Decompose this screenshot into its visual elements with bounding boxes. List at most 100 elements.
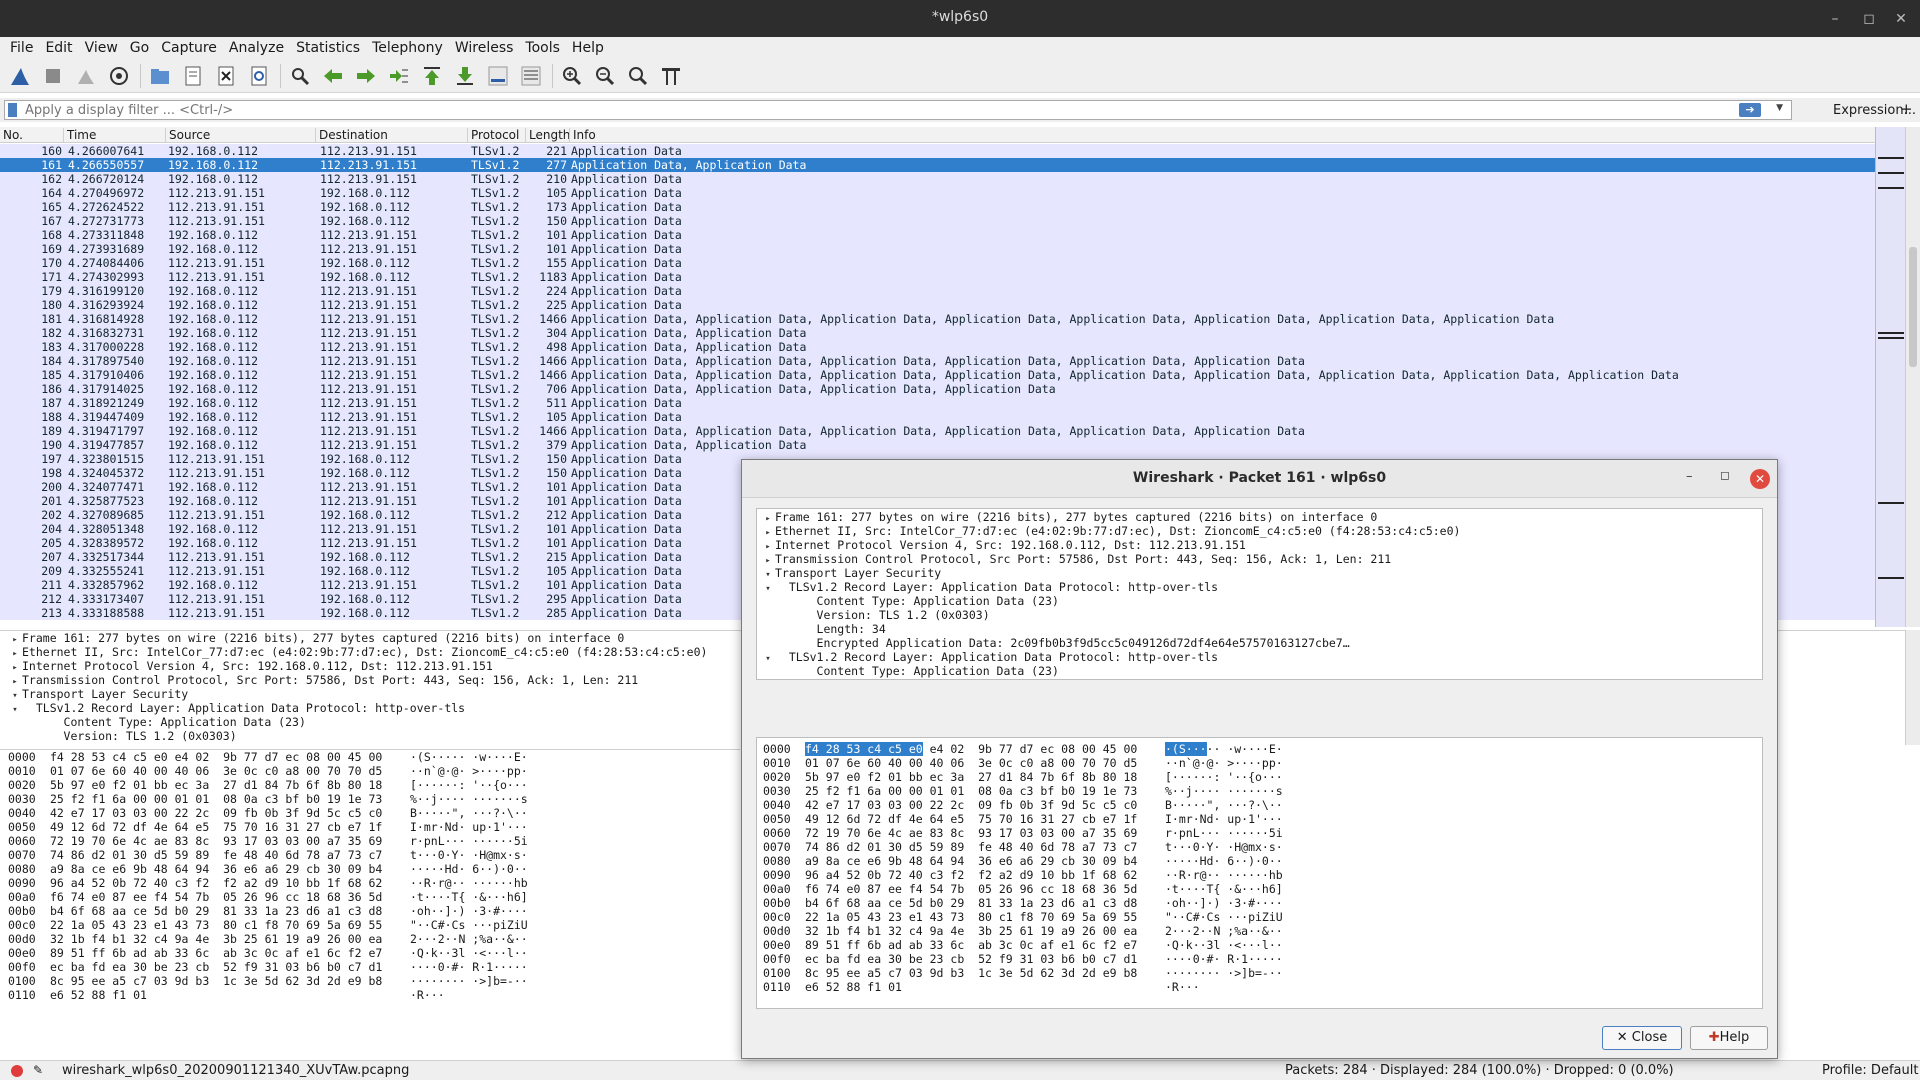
byte-ascii[interactable]: ·Q·k··3l ·<···l·· bbox=[410, 946, 528, 960]
byte-hex[interactable]: 89 51 ff 6b ad ab 33 6c ab 3c 0c af e1 6… bbox=[805, 938, 1137, 952]
byte-hex[interactable]: 72 19 70 6e 4c ae 83 8c 93 17 03 03 00 a… bbox=[50, 834, 382, 848]
tree-item[interactable]: Content Type: Application Data (23) bbox=[757, 594, 1762, 608]
table-row[interactable]: 187 4.318921249 192.168.0.112 112.213.91.15… bbox=[0, 396, 1875, 410]
table-row[interactable]: 188 4.319447409 192.168.0.112 112.213.91.15… bbox=[0, 410, 1875, 424]
table-row[interactable]: 182 4.316832731 192.168.0.112 112.213.91.15… bbox=[0, 326, 1875, 340]
byte-ascii[interactable]: ·oh··]·) ·3·#···· bbox=[1165, 896, 1283, 910]
back-icon[interactable] bbox=[321, 64, 345, 88]
byte-ascii[interactable]: r·pnL··· ······5i bbox=[410, 834, 528, 848]
byte-ascii[interactable]: [······: '··{o··· bbox=[1165, 770, 1283, 784]
tree-item[interactable]: Encrypted Application Data: 2c09fb0b3f9d… bbox=[757, 636, 1762, 650]
byte-ascii[interactable]: "··C#·Cs ···piZiU bbox=[1165, 910, 1283, 924]
table-row[interactable]: 167 4.272731773 112.213.91.151 192.168.0.11… bbox=[0, 214, 1875, 228]
col-protocol[interactable]: Protocol bbox=[468, 128, 526, 142]
col-time[interactable]: Time bbox=[64, 128, 166, 142]
menu-tools[interactable]: Tools bbox=[525, 40, 560, 56]
chevron-down-icon[interactable]: ▼ bbox=[1776, 103, 1783, 113]
tree-item[interactable]: Length: 34 bbox=[757, 622, 1762, 636]
byte-ascii[interactable]: [······: '··{o··· bbox=[410, 778, 528, 792]
byte-hex[interactable]: 22 1a 05 43 23 e1 43 73 80 c1 f8 70 69 5… bbox=[50, 918, 382, 932]
help-button[interactable]: ✚Help bbox=[1690, 1026, 1768, 1050]
zoom-out-icon[interactable] bbox=[593, 64, 617, 88]
tree-item[interactable]: Version: TLS 1.2 (0x0303) bbox=[757, 608, 1762, 622]
byte-ascii[interactable]: ··n`@·@· >····pp· bbox=[1165, 756, 1283, 770]
menu-capture[interactable]: Capture bbox=[161, 40, 217, 56]
byte-ascii[interactable]: 2···2··N ;%a··&·· bbox=[1165, 924, 1283, 938]
search-icon[interactable] bbox=[288, 64, 312, 88]
tree-item[interactable]: ▾ Transport Layer Security bbox=[757, 566, 1762, 580]
menu-edit[interactable]: Edit bbox=[45, 40, 72, 56]
close-button[interactable]: ✕ Close bbox=[1602, 1026, 1682, 1050]
menu-view[interactable]: View bbox=[85, 40, 118, 56]
byte-ascii[interactable]: t···0·Y· ·H@mx·s· bbox=[410, 848, 528, 862]
save-icon[interactable] bbox=[181, 64, 205, 88]
apply-filter-icon[interactable]: ➔ bbox=[1739, 103, 1761, 117]
byte-hex[interactable]: ec ba fd ea 30 be 23 cb 52 f9 31 03 b6 b… bbox=[50, 960, 382, 974]
byte-hex[interactable]: 5b 97 e0 f2 01 bb ec 3a 27 d1 84 7b 6f 8… bbox=[805, 770, 1137, 784]
byte-hex[interactable]: 74 86 d2 01 30 d5 59 89 fe 48 40 6d 78 a… bbox=[50, 848, 382, 862]
dialog-minimize-icon[interactable]: – bbox=[1686, 469, 1693, 484]
close-icon[interactable]: ✕ bbox=[1890, 8, 1912, 30]
byte-ascii[interactable]: ·t····T{ ·&···h6] bbox=[410, 890, 528, 904]
tree-item[interactable]: ▸ Internet Protocol Version 4, Src: 192.1… bbox=[757, 538, 1762, 552]
table-row[interactable]: 169 4.273931689 192.168.0.112 112.213.91.15… bbox=[0, 242, 1875, 256]
byte-ascii[interactable]: t···0·Y· ·H@mx·s· bbox=[1165, 840, 1283, 854]
byte-hex[interactable]: e6 52 88 f1 01 bbox=[805, 980, 902, 994]
col-length[interactable]: Length bbox=[526, 128, 570, 142]
add-filter-button[interactable]: + bbox=[1900, 100, 1913, 118]
tree-item[interactable]: ▸ Transmission Control Protocol, Src Port… bbox=[757, 552, 1762, 566]
byte-ascii[interactable]: ·oh··]·) ·3·#···· bbox=[410, 904, 528, 918]
byte-ascii[interactable]: ·Q·k··3l ·<···l·· bbox=[1165, 938, 1283, 952]
byte-ascii[interactable]: ·····Hd· 6··)·0·· bbox=[410, 862, 528, 876]
byte-hex[interactable]: e6 52 88 f1 01 bbox=[50, 988, 147, 1002]
byte-hex[interactable]: 01 07 6e 60 40 00 40 06 3e 0c c0 a8 00 7… bbox=[50, 764, 382, 778]
col-source[interactable]: Source bbox=[166, 128, 316, 142]
table-row[interactable]: 189 4.319471797 192.168.0.112 112.213.91.15… bbox=[0, 424, 1875, 438]
table-row[interactable]: 183 4.317000228 192.168.0.112 112.213.91.15… bbox=[0, 340, 1875, 354]
options-icon[interactable] bbox=[107, 64, 131, 88]
byte-hex[interactable]: a9 8a ce e6 9b 48 64 94 36 e6 a6 29 cb 3… bbox=[50, 862, 382, 876]
byte-hex[interactable]: 72 19 70 6e 4c ae 83 8c 93 17 03 03 00 a… bbox=[805, 826, 1137, 840]
byte-ascii[interactable]: ··n`@·@· >····pp· bbox=[410, 764, 528, 778]
col-no[interactable]: No. bbox=[0, 128, 64, 142]
menu-help[interactable]: Help bbox=[572, 40, 604, 56]
table-row[interactable]: 168 4.273311848 192.168.0.112 112.213.91.15… bbox=[0, 228, 1875, 242]
forward-icon[interactable] bbox=[354, 64, 378, 88]
reload-icon[interactable] bbox=[247, 64, 271, 88]
byte-hex[interactable]: b4 6f 68 aa ce 5d b0 29 81 33 1a 23 d6 a… bbox=[50, 904, 382, 918]
status-profile[interactable]: Profile: Default bbox=[1822, 1063, 1918, 1078]
table-row[interactable]: 184 4.317897540 192.168.0.112 112.213.91.15… bbox=[0, 354, 1875, 368]
byte-hex[interactable]: 5b 97 e0 f2 01 bb ec 3a 27 d1 84 7b 6f 8… bbox=[50, 778, 382, 792]
autoscroll-icon[interactable] bbox=[486, 64, 510, 88]
table-row[interactable]: 181 4.316814928 192.168.0.112 112.213.91.15… bbox=[0, 312, 1875, 326]
byte-ascii[interactable]: ·t····T{ ·&···h6] bbox=[1165, 882, 1283, 896]
byte-hex[interactable]: 42 e7 17 03 03 00 22 2c 09 fb 0b 3f 9d 5… bbox=[50, 806, 382, 820]
menu-analyze[interactable]: Analyze bbox=[229, 40, 284, 56]
menu-telephony[interactable]: Telephony bbox=[372, 40, 443, 56]
packet-minimap[interactable] bbox=[1875, 127, 1905, 627]
table-row[interactable]: 170 4.274084406 112.213.91.151 192.168.0.11… bbox=[0, 256, 1875, 270]
menu-wireless[interactable]: Wireless bbox=[455, 40, 514, 56]
goto-icon[interactable] bbox=[387, 64, 411, 88]
byte-hex[interactable]: f6 74 e0 87 ee f4 54 7b 05 26 96 cc 18 6… bbox=[805, 882, 1137, 896]
tree-item[interactable]: ▾ TLSv1.2 Record Layer: Application Data… bbox=[757, 650, 1762, 664]
byte-hex[interactable]: 8c 95 ee a5 c7 03 9d b3 1c 3e 5d 62 3d 2… bbox=[805, 966, 1137, 980]
table-row[interactable]: 171 4.274302993 112.213.91.151 192.168.0.11… bbox=[0, 270, 1875, 284]
maximize-icon[interactable]: ◻ bbox=[1858, 8, 1880, 30]
byte-ascii[interactable]: %··j···· ·······s bbox=[410, 792, 528, 806]
byte-hex[interactable]: a9 8a ce e6 9b 48 64 94 36 e6 a6 29 cb 3… bbox=[805, 854, 1137, 868]
menu-file[interactable]: File bbox=[10, 40, 33, 56]
table-row[interactable]: 164 4.270496972 112.213.91.151 192.168.0.11… bbox=[0, 186, 1875, 200]
packet-list-scrollbar[interactable] bbox=[1905, 127, 1920, 627]
stop-icon[interactable] bbox=[41, 64, 65, 88]
byte-hex[interactable]: 96 a4 52 0b 72 40 c3 f2 f2 a2 d9 10 bb 1… bbox=[805, 868, 1137, 882]
expert-info-icon[interactable] bbox=[11, 1065, 23, 1077]
zoom-in-icon[interactable] bbox=[560, 64, 584, 88]
byte-hex[interactable]: 25 f2 f1 6a 00 00 01 01 08 0a c3 bf b0 1… bbox=[50, 792, 382, 806]
restart-icon[interactable] bbox=[74, 64, 98, 88]
table-row[interactable]: 161 4.266550557 192.168.0.112 112.213.91.15… bbox=[0, 158, 1875, 172]
tree-item[interactable]: ▸ Frame 161: 277 bytes on wire (2216 bits… bbox=[757, 510, 1762, 524]
dialog-close-icon[interactable]: ✕ bbox=[1750, 469, 1770, 489]
byte-hex[interactable]: ec ba fd ea 30 be 23 cb 52 f9 31 03 b6 b… bbox=[805, 952, 1137, 966]
byte-hex[interactable]: 32 1b f4 b1 32 c4 9a 4e 3b 25 61 19 a9 2… bbox=[50, 932, 382, 946]
